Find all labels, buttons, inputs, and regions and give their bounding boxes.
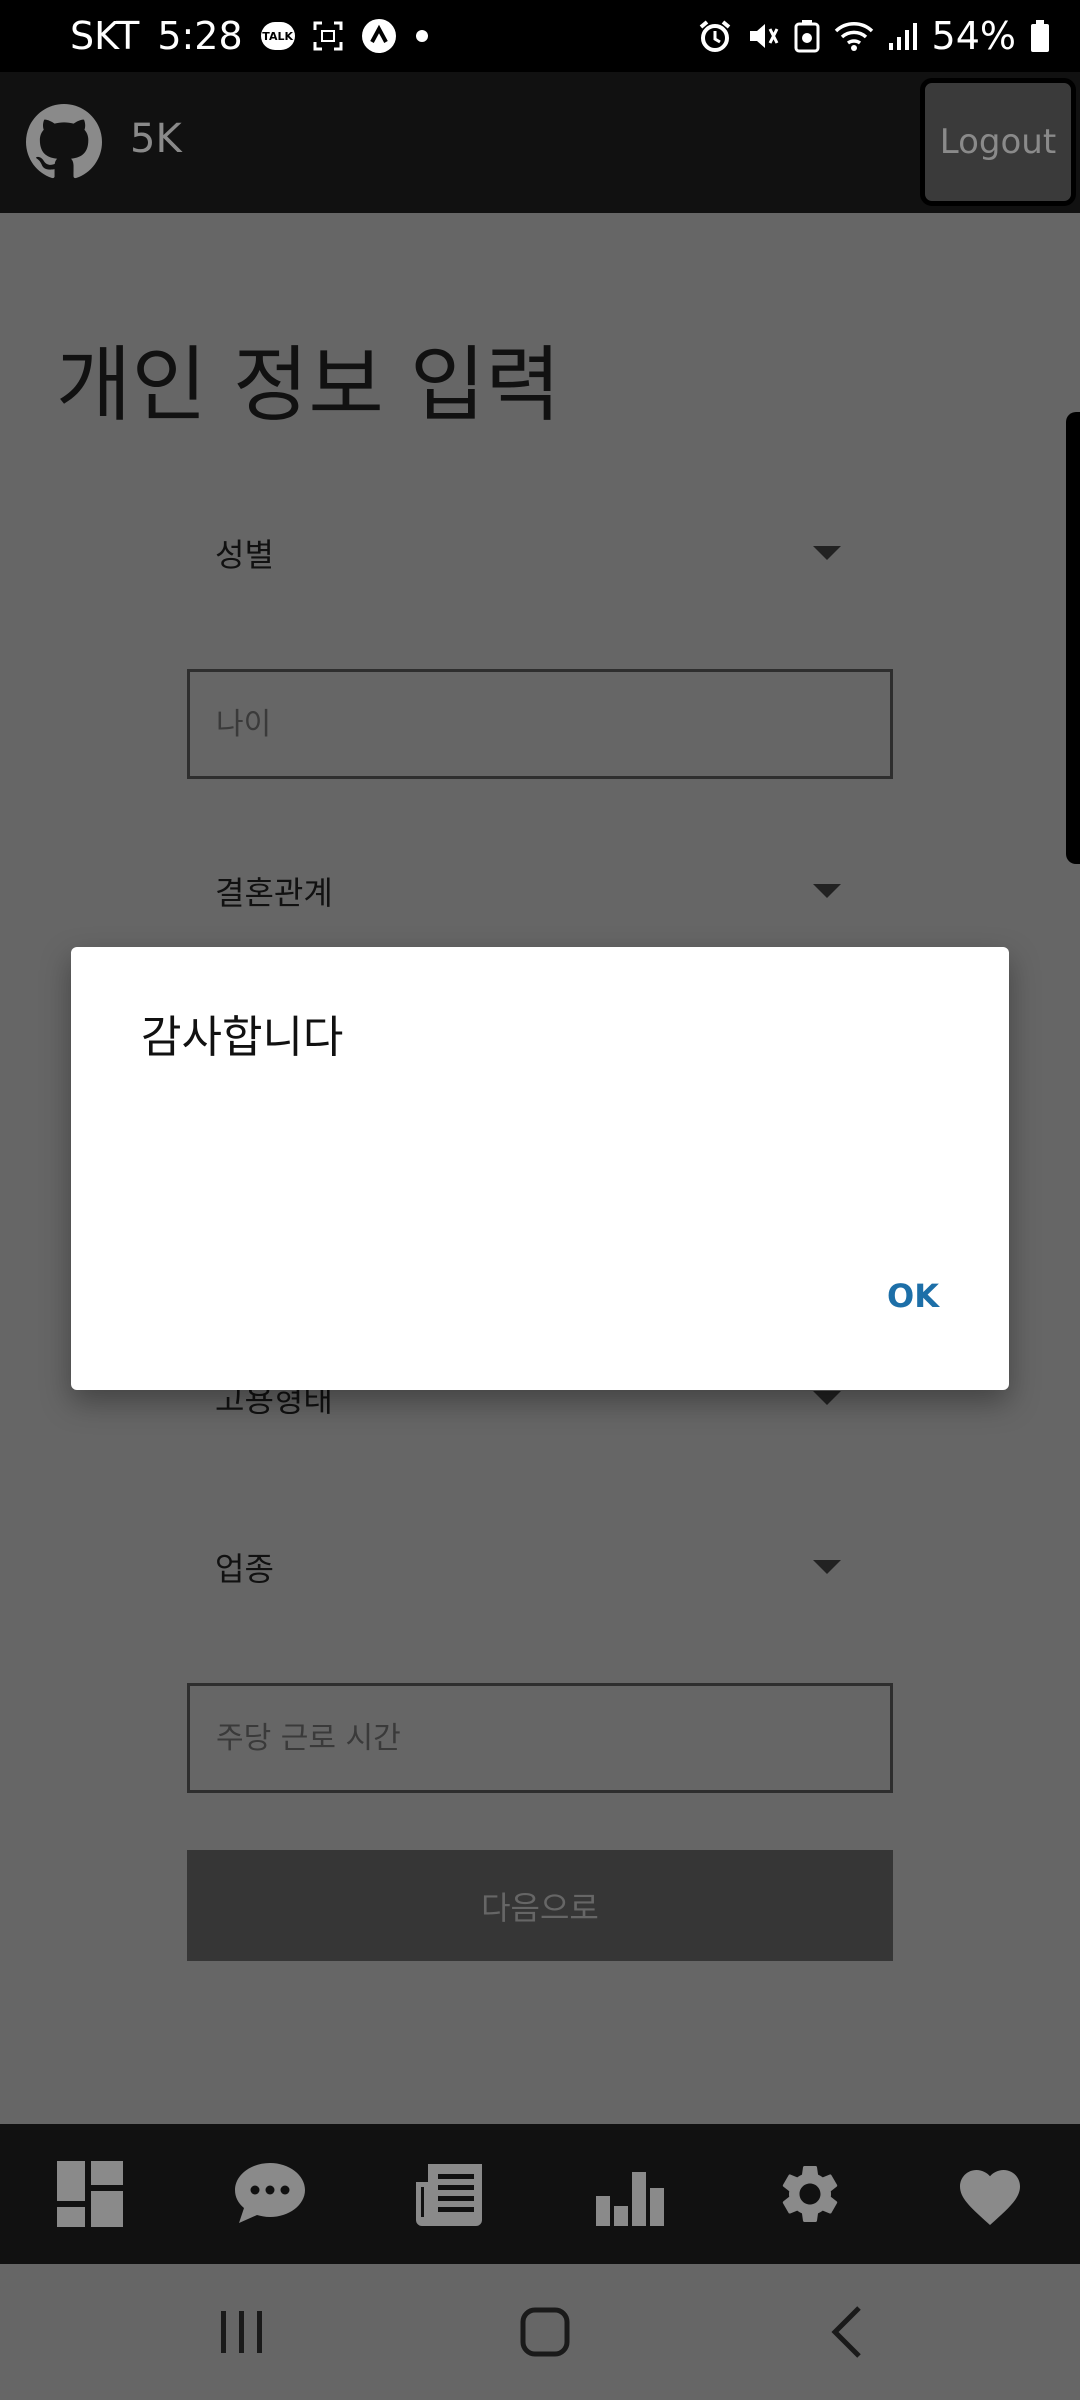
tab-favorites[interactable] xyxy=(900,2124,1080,2264)
tab-news[interactable] xyxy=(360,2124,540,2264)
tab-stats[interactable] xyxy=(540,2124,720,2264)
wifi-icon xyxy=(834,19,874,53)
alarm-icon xyxy=(698,19,732,53)
tab-chat[interactable] xyxy=(180,2124,360,2264)
marriage-select[interactable]: 결혼관계 xyxy=(187,838,893,948)
age-input[interactable] xyxy=(190,672,890,776)
logout-button[interactable]: Logout xyxy=(920,78,1076,206)
battery-icon xyxy=(1030,19,1050,53)
status-left: SKT 5:28 TALK xyxy=(70,0,429,72)
battery-percent: 54% xyxy=(931,14,1016,58)
signal-icon xyxy=(888,21,918,51)
chevron-down-icon xyxy=(813,1391,841,1405)
brand-label: 5K xyxy=(130,116,182,162)
gender-select-label: 성별 xyxy=(215,536,274,574)
edge-panel-handle[interactable] xyxy=(1066,412,1080,864)
screenshot-icon xyxy=(313,21,343,51)
gear-icon xyxy=(782,2166,838,2222)
heart-icon xyxy=(960,2170,1020,2226)
industry-select[interactable]: 업종 xyxy=(187,1514,893,1624)
marriage-select-label: 결혼관계 xyxy=(215,874,333,912)
chevron-down-icon xyxy=(813,884,841,898)
chat-icon xyxy=(235,2163,305,2223)
dashboard-icon xyxy=(57,2161,123,2227)
page-title: 개인 정보 입력 xyxy=(56,338,561,433)
weekly-hours-input[interactable] xyxy=(190,1686,890,1790)
chevron-down-icon xyxy=(813,546,841,560)
recent-apps-icon xyxy=(221,2311,262,2353)
github-logo-icon[interactable] xyxy=(26,104,102,180)
tab-dashboard[interactable] xyxy=(0,2124,180,2264)
talk-icon: TALK xyxy=(260,22,295,50)
next-button[interactable]: 다음으로 xyxy=(187,1850,893,1961)
dot-icon xyxy=(415,29,429,43)
ok-button[interactable]: OK xyxy=(887,1277,939,1315)
clock: 5:28 xyxy=(157,14,243,58)
system-nav-bar xyxy=(0,2264,1080,2400)
alert-dialog: 감사합니다 OK xyxy=(71,947,1009,1390)
talk-badge: TALK xyxy=(260,22,295,50)
industry-select-label: 업종 xyxy=(215,1550,274,1588)
app-header: 5K Logout xyxy=(0,72,1080,213)
article-icon xyxy=(416,2164,482,2226)
mute-icon xyxy=(746,19,780,53)
screen: SKT 5:28 TALK 54% 5K Logout 개인 정보 입력 성별 … xyxy=(0,0,1080,2400)
hours-field-box xyxy=(187,1683,893,1793)
gender-select[interactable]: 성별 xyxy=(187,500,893,610)
home-icon xyxy=(520,2307,570,2357)
bar-chart-icon xyxy=(596,2172,664,2226)
tab-settings[interactable] xyxy=(720,2124,900,2264)
recent-apps-button[interactable] xyxy=(152,2264,332,2400)
status-right: 54% xyxy=(698,0,1050,72)
age-field-box xyxy=(187,669,893,779)
chevron-down-icon xyxy=(813,1560,841,1574)
home-button[interactable] xyxy=(455,2264,635,2400)
dialog-message: 감사합니다 xyxy=(141,1012,344,1063)
bottom-tab-bar xyxy=(0,2124,1080,2264)
status-bar: SKT 5:28 TALK 54% xyxy=(0,0,1080,72)
battery-saver-icon xyxy=(794,19,820,53)
back-icon xyxy=(831,2306,861,2358)
back-button[interactable] xyxy=(757,2264,937,2400)
carrier-label: SKT xyxy=(70,14,140,58)
app-a-icon xyxy=(361,18,397,54)
